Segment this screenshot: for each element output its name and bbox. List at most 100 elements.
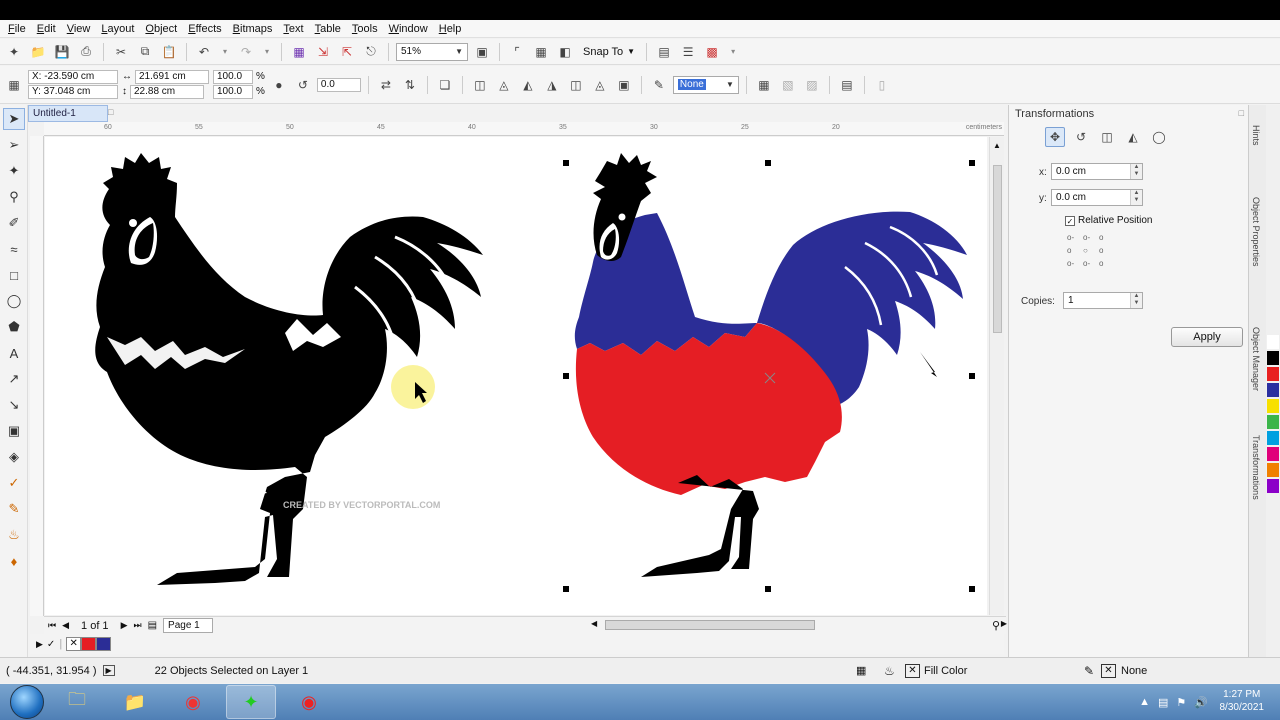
transparency-tool-icon[interactable]: ◈ (3, 446, 25, 468)
options-icon[interactable]: ▤ (654, 42, 674, 62)
save-icon[interactable]: 💾 (52, 42, 72, 62)
colored-rooster[interactable] (574, 153, 967, 577)
palette-color-swatch[interactable] (1267, 479, 1279, 493)
freehand-tool-icon[interactable]: ✐ (3, 212, 25, 234)
folder-icon[interactable]: 📁 (110, 685, 160, 719)
anchor-radio[interactable]: o- (1067, 233, 1081, 242)
apply-button[interactable]: Apply (1171, 327, 1243, 347)
menu-tools[interactable]: Tools (350, 23, 387, 35)
chevron-down-icon[interactable]: ▾ (218, 42, 232, 62)
simplify-icon[interactable]: ◮ (542, 75, 562, 95)
selection-handle[interactable] (563, 586, 569, 592)
menu-bitmaps[interactable]: Bitmaps (231, 23, 282, 35)
outline-width-select[interactable]: None ▼ (672, 75, 739, 94)
status-expand-icon[interactable]: ▶ (102, 665, 115, 676)
parallel-dimension-tool-icon[interactable]: ↗ (3, 368, 25, 390)
weld-icon[interactable]: ◫ (470, 75, 490, 95)
to-front-icon[interactable]: ▧ (778, 75, 798, 95)
outline-pen-status-icon[interactable]: ✎ (1084, 664, 1094, 678)
blue-swatch[interactable] (96, 637, 112, 651)
y-position-input[interactable]: 0.0 cm ▲ ▼ (1051, 189, 1143, 206)
menu-window[interactable]: Window (387, 23, 437, 35)
zoom-level-select[interactable]: 51% ▼ (396, 42, 468, 61)
palette-color-swatch[interactable] (1267, 335, 1279, 349)
undo-icon[interactable]: ↶ (194, 42, 214, 62)
show-rulers-icon[interactable]: ⌜ (507, 42, 527, 62)
mirror-vertical-icon[interactable]: ⇅ (400, 75, 420, 95)
anchor-radio[interactable]: o- (1083, 259, 1097, 268)
show-grid-icon[interactable]: ▦ (531, 42, 551, 62)
intersect-icon[interactable]: ◭ (518, 75, 538, 95)
convert-to-curves-icon[interactable]: ▯ (872, 75, 892, 95)
scale-x-field[interactable]: 100.0 (213, 70, 253, 84)
recorder-icon[interactable]: ◉ (284, 685, 334, 719)
menu-effects[interactable]: Effects (186, 23, 230, 35)
menu-text[interactable]: Text (281, 23, 312, 35)
selection-handle[interactable] (765, 160, 771, 166)
search-content-icon[interactable]: ▦ (289, 42, 309, 62)
skew-mode-icon[interactable]: ◯ (1149, 127, 1169, 147)
first-page-icon[interactable]: ⏮ (48, 620, 56, 631)
front-minus-back-icon[interactable]: ◫ (566, 75, 586, 95)
horizontal-scrollbar[interactable]: ◀ ▶ (589, 619, 1007, 631)
relative-position-checkbox[interactable]: ✓ Relative Position (1065, 215, 1152, 226)
palette-expand-icon[interactable]: ▶ (36, 639, 43, 650)
scroll-right-icon[interactable]: ▶ (1001, 619, 1007, 628)
ellipse-tool-icon[interactable]: ◯ (3, 290, 25, 312)
tab-object-properties[interactable]: Object Properties (1251, 197, 1261, 267)
palette-color-swatch[interactable] (1267, 383, 1279, 397)
height-field[interactable]: 22.88 cm (130, 85, 204, 99)
selection-handle[interactable] (969, 373, 975, 379)
rectangle-tool-icon[interactable]: □ (3, 264, 25, 286)
print-icon[interactable]: ⎙ (76, 42, 96, 62)
full-screen-preview-icon[interactable]: ▣ (472, 42, 492, 62)
back-minus-front-icon[interactable]: ◬ (590, 75, 610, 95)
palette-color-swatch[interactable] (1267, 399, 1279, 413)
last-page-icon[interactable]: ⏭ (133, 620, 141, 631)
rotate-icon[interactable]: ↺ (293, 75, 313, 95)
spinner-icon[interactable]: ▲ ▼ (1130, 190, 1142, 205)
docker-close-icon[interactable]: □ (1239, 108, 1244, 118)
menu-view[interactable]: View (65, 23, 100, 35)
tab-transformations[interactable]: Transformations (1251, 435, 1261, 500)
copies-input[interactable]: 1 ▲ ▼ (1063, 292, 1143, 309)
palette-color-swatch[interactable] (1267, 351, 1279, 365)
spinner-icon[interactable]: ▲ ▼ (1130, 164, 1142, 179)
text-tool-icon[interactable]: A (3, 342, 25, 364)
vertical-scroll-thumb[interactable] (993, 165, 1002, 333)
selection-handle[interactable] (563, 160, 569, 166)
palette-color-swatch[interactable] (1267, 463, 1279, 477)
selection-handle[interactable] (969, 160, 975, 166)
align-distribute-icon[interactable]: ▤ (837, 75, 857, 95)
redo-icon[interactable]: ↷ (236, 42, 256, 62)
palette-color-swatch[interactable] (1267, 431, 1279, 445)
create-boundary-icon[interactable]: ▣ (614, 75, 634, 95)
menu-edit[interactable]: Edit (35, 23, 65, 35)
previous-page-icon[interactable]: ◀ (62, 620, 69, 631)
palette-color-swatch[interactable] (1267, 447, 1279, 461)
position-mode-icon[interactable]: ✥ (1045, 127, 1065, 147)
document-tab[interactable]: Untitled-1 (28, 105, 108, 122)
drawing-canvas[interactable]: CREATED BY VECTORPORTAL.COM (45, 137, 987, 615)
coreldraw-taskbar-icon[interactable]: ✦ (226, 685, 276, 719)
vertical-ruler[interactable] (30, 136, 44, 616)
scroll-left-icon[interactable]: ◀ (591, 619, 597, 628)
page-tab[interactable]: Page 1 (163, 618, 213, 633)
palette-color-swatch[interactable] (1267, 367, 1279, 381)
menu-table[interactable]: Table (313, 23, 350, 35)
rotation-field[interactable]: 0.0 (316, 77, 361, 92)
flag-icon[interactable]: ⚑ (1176, 696, 1186, 709)
tab-hints[interactable]: Hints (1251, 125, 1261, 146)
eyedropper-tool-icon[interactable]: ✓ (3, 472, 25, 494)
snap-to-dropdown[interactable]: Snap To ▼ (579, 46, 639, 58)
tray-arrow-icon[interactable]: ▲ (1139, 696, 1150, 709)
add-page-icon[interactable]: ▤ (148, 620, 157, 631)
copy-icon[interactable]: ⧉ (135, 42, 155, 62)
anchor-radio[interactable]: ○ (1083, 246, 1097, 255)
chevron-down-icon[interactable]: ▾ (260, 42, 274, 62)
open-icon[interactable]: 📁 (28, 42, 48, 62)
size-mode-icon[interactable]: ◭ (1123, 127, 1143, 147)
volume-icon[interactable]: 🔊 (1194, 696, 1208, 709)
red-swatch[interactable] (81, 637, 97, 651)
smart-fill-tool-icon[interactable]: ≈ (3, 238, 25, 260)
